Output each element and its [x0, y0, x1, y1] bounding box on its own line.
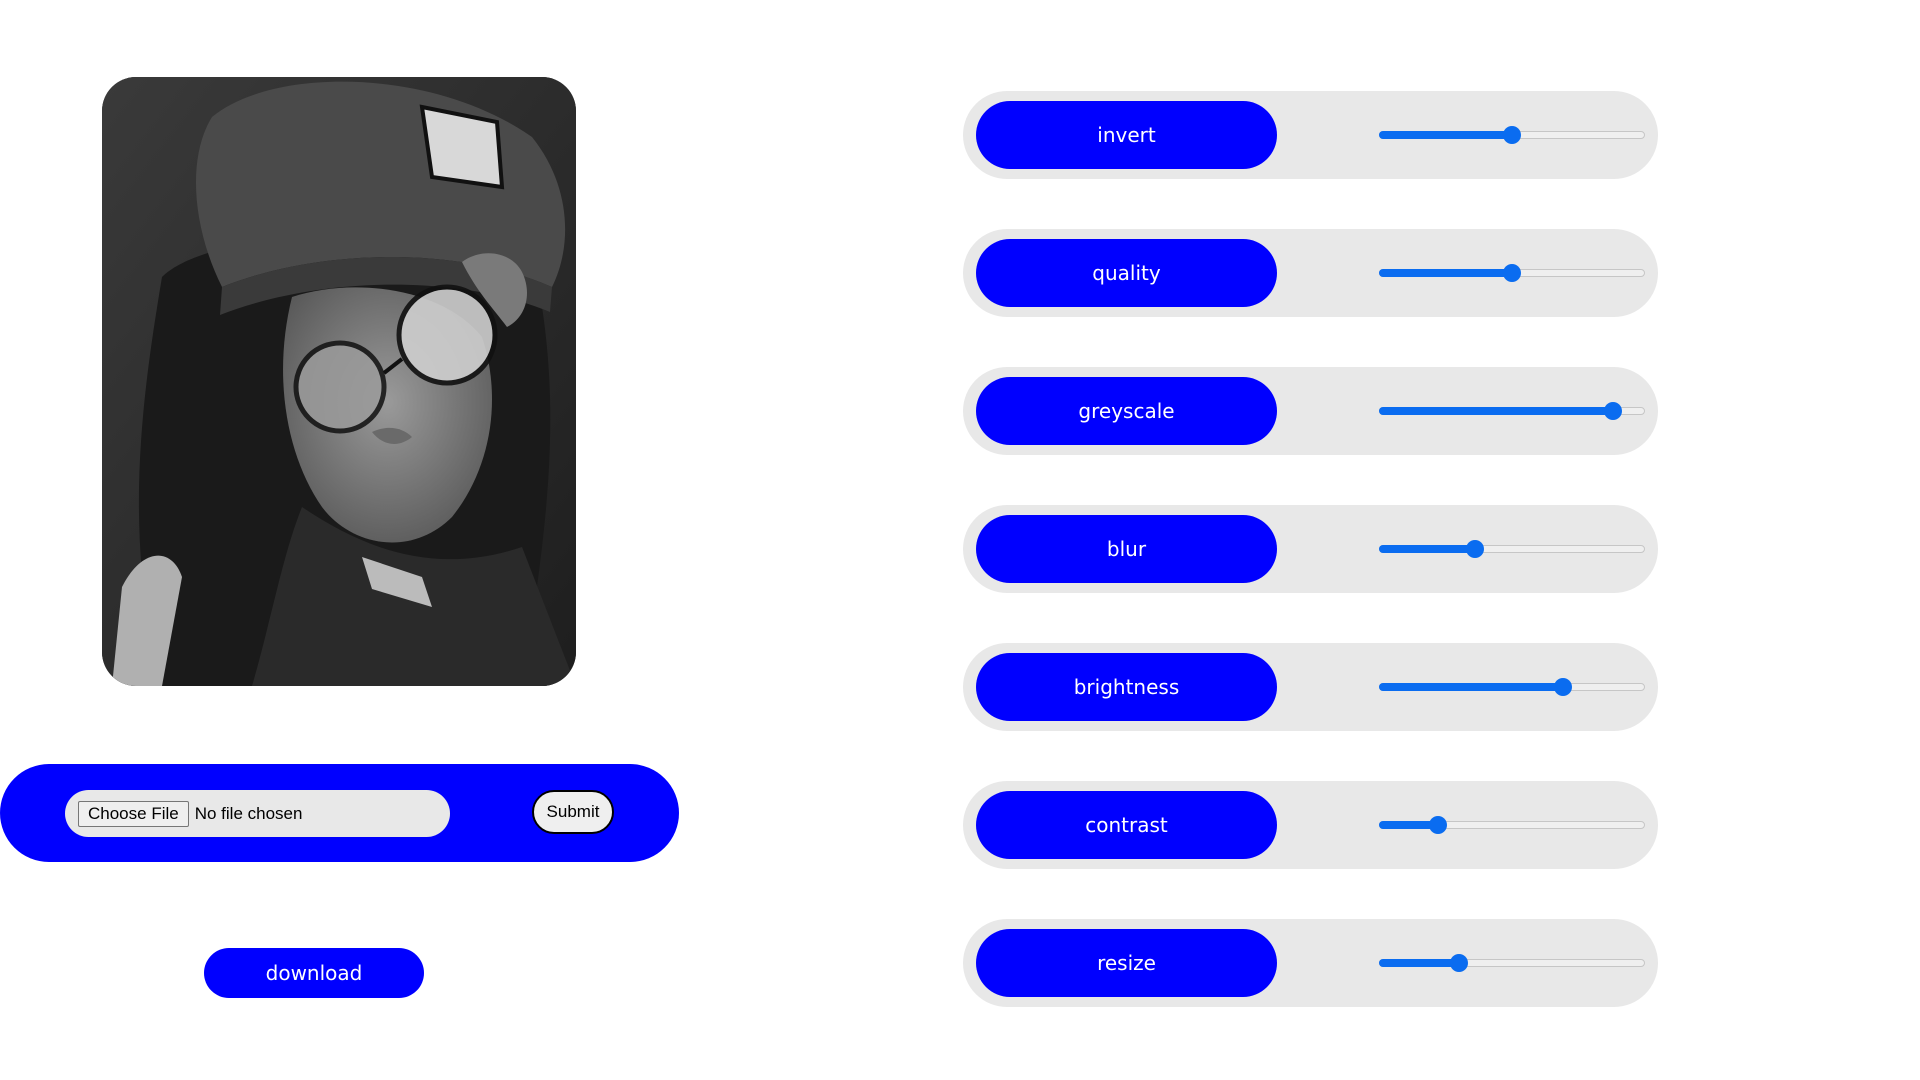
slider-fill — [1379, 683, 1563, 691]
control-row-greyscale: greyscale — [963, 367, 1658, 455]
slider-fill — [1379, 407, 1613, 415]
contrast-slider[interactable] — [1379, 816, 1645, 834]
blur-button[interactable]: blur — [976, 515, 1277, 583]
invert-button[interactable]: invert — [976, 101, 1277, 169]
resize-button[interactable]: resize — [976, 929, 1277, 997]
filter-controls: invert quality greyscale blur brightness cont… — [963, 91, 1658, 1057]
brightness-button[interactable]: brightness — [976, 653, 1277, 721]
control-row-quality: quality — [963, 229, 1658, 317]
file-status-text: No file chosen — [194, 803, 303, 823]
greyscale-slider[interactable] — [1379, 402, 1645, 420]
slider-fill — [1379, 131, 1512, 139]
quality-button[interactable]: quality — [976, 239, 1277, 307]
file-input[interactable]: Choose File No file chosen — [65, 790, 450, 837]
slider-fill — [1379, 959, 1459, 967]
quality-slider[interactable] — [1379, 264, 1645, 282]
invert-slider[interactable] — [1379, 126, 1645, 144]
brightness-slider[interactable] — [1379, 678, 1645, 696]
control-row-brightness: brightness — [963, 643, 1658, 731]
slider-thumb[interactable] — [1503, 264, 1521, 282]
slider-thumb[interactable] — [1466, 540, 1484, 558]
slider-fill — [1379, 545, 1475, 553]
greyscale-button[interactable]: greyscale — [976, 377, 1277, 445]
image-editor-page: Choose File No file chosen Submit downlo… — [0, 0, 1920, 1080]
control-row-invert: invert — [963, 91, 1658, 179]
slider-thumb[interactable] — [1604, 402, 1622, 420]
slider-thumb[interactable] — [1450, 954, 1468, 972]
control-row-resize: resize — [963, 919, 1658, 1007]
slider-thumb[interactable] — [1503, 126, 1521, 144]
contrast-button[interactable]: contrast — [976, 791, 1277, 859]
submit-button[interactable]: Submit — [532, 790, 614, 834]
control-row-blur: blur — [963, 505, 1658, 593]
choose-file-button[interactable]: Choose File — [78, 800, 189, 827]
download-button[interactable]: download — [204, 948, 424, 998]
slider-fill — [1379, 269, 1512, 277]
image-preview — [102, 77, 576, 686]
upload-form: Choose File No file chosen Submit — [0, 764, 679, 862]
preview-illustration — [102, 77, 576, 686]
resize-slider[interactable] — [1379, 954, 1645, 972]
control-row-contrast: contrast — [963, 781, 1658, 869]
slider-thumb[interactable] — [1429, 816, 1447, 834]
blur-slider[interactable] — [1379, 540, 1645, 558]
slider-thumb[interactable] — [1554, 678, 1572, 696]
